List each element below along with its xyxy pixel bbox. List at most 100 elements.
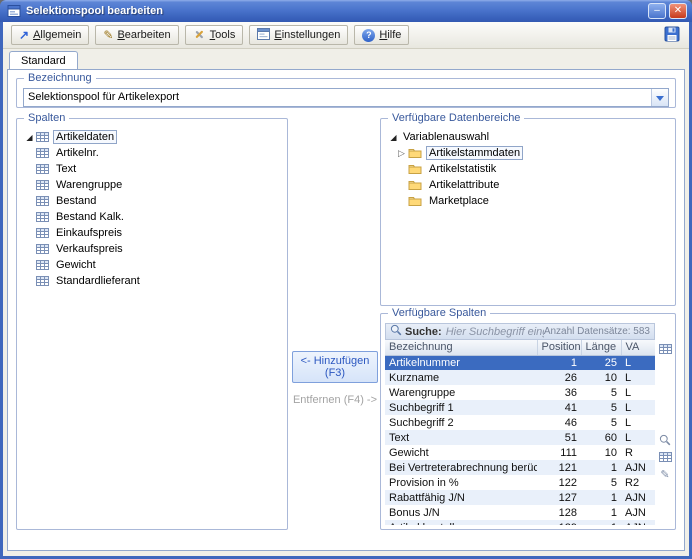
- dialog-window: Selektionspool bearbeiten – ✕ ↗ Allgemei…: [0, 0, 692, 559]
- tree-root[interactable]: ◢ Artikeldaten: [23, 129, 283, 145]
- tree-item[interactable]: Einkaufspreis: [23, 225, 283, 241]
- table-grid-icon: [36, 211, 49, 223]
- toolbar-button-allgemein[interactable]: ↗ Allgemein: [11, 25, 89, 45]
- app-window-icon: [7, 4, 21, 18]
- toolbar-button-hilfe[interactable]: ? Hilfe: [354, 25, 409, 45]
- cell-laenge: 10: [581, 370, 621, 385]
- toolbar-button-bearbeiten[interactable]: ✎ Bearbeiten: [95, 25, 178, 45]
- cell-position: 1: [537, 355, 581, 370]
- cell-position: 127: [537, 490, 581, 505]
- tree-item[interactable]: Verkaufspreis: [23, 241, 283, 257]
- cell-position: 128: [537, 505, 581, 520]
- tree-item[interactable]: Text: [23, 161, 283, 177]
- header-position[interactable]: Position: [537, 340, 581, 355]
- table-grid-icon: [36, 227, 49, 239]
- cell-va: L: [621, 370, 655, 385]
- header-va[interactable]: VA: [621, 340, 655, 355]
- tabstrip: Standard: [3, 49, 689, 69]
- tree-item-label: Marketplace: [426, 194, 492, 208]
- tree-root[interactable]: ◢ Variablenauswahl: [387, 129, 671, 145]
- tools-icon: [193, 28, 206, 43]
- tree-item[interactable]: ▷ Artikelstammdaten: [387, 145, 671, 161]
- spalten-tree-children: Artikelnr. Text Warengruppe Bestand: [23, 145, 283, 289]
- cell-bezeichnung: Bei Vertreterabrechnung berücksichtig: [385, 460, 537, 475]
- tree-item-label: Bestand: [53, 194, 99, 208]
- header-bezeichnung[interactable]: Bezeichnung: [385, 340, 537, 355]
- cell-position: 46: [537, 415, 581, 430]
- help-icon: ?: [362, 29, 375, 42]
- table-row[interactable]: Rabattfähig J/N 127 1 AJN: [385, 490, 655, 505]
- table-row[interactable]: Kurzname 26 10 L: [385, 370, 655, 385]
- transfer-buttons: <- Hinzufügen (F3) Entfernen (F4) ->: [292, 351, 378, 408]
- chevron-down-icon: [656, 96, 664, 105]
- columns-table: Bezeichnung Position Länge VA Artikelnum…: [385, 340, 655, 525]
- edit-icon[interactable]: ✎: [658, 467, 672, 481]
- combobox-value: Selektionspool für Artikelexport: [24, 89, 651, 106]
- group-datenbereiche: Verfügbare Datenbereiche ◢ Variablenausw…: [380, 118, 676, 306]
- search-input[interactable]: Hier Suchbegriff einge: [446, 326, 544, 338]
- column-chooser-icon[interactable]: [658, 342, 672, 356]
- tree-root-label: Variablenauswahl: [400, 130, 492, 144]
- cell-position: 51: [537, 430, 581, 445]
- tab-standard[interactable]: Standard: [9, 51, 78, 69]
- header-laenge[interactable]: Länge: [581, 340, 621, 355]
- bezeichnung-combobox[interactable]: Selektionspool für Artikelexport: [23, 88, 669, 107]
- group-label: Spalten: [24, 112, 69, 124]
- tree-item[interactable]: ▷ Artikelstatistik: [387, 161, 671, 177]
- cell-bezeichnung: Gewicht: [385, 445, 537, 460]
- table-row[interactable]: Provision in % 122 5 R2: [385, 475, 655, 490]
- tree-item-label: Gewicht: [53, 258, 99, 272]
- cell-position: 121: [537, 460, 581, 475]
- combobox-dropdown-button[interactable]: [651, 89, 668, 106]
- titlebar[interactable]: Selektionspool bearbeiten – ✕: [0, 0, 692, 22]
- tree-item[interactable]: Bestand: [23, 193, 283, 209]
- tree-item[interactable]: Warengruppe: [23, 177, 283, 193]
- group-verfuegbare-spalten: Verfügbare Spalten Suche: Hier Suchbegri…: [380, 313, 676, 530]
- chevron-right-icon[interactable]: ▷: [395, 148, 408, 159]
- tree-item-label: Warengruppe: [53, 178, 125, 192]
- table-row[interactable]: Warengruppe 36 5 L: [385, 385, 655, 400]
- close-button[interactable]: ✕: [669, 3, 687, 19]
- toolbar-button-tools[interactable]: Tools: [185, 25, 244, 45]
- table-row[interactable]: Gewicht 111 10 R: [385, 445, 655, 460]
- add-button[interactable]: <- Hinzufügen (F3): [292, 351, 378, 383]
- save-button[interactable]: [663, 25, 681, 46]
- cell-laenge: 5: [581, 385, 621, 400]
- chevron-expanded-icon[interactable]: ◢: [387, 133, 400, 142]
- table-row[interactable]: Suchbegriff 2 46 5 L: [385, 415, 655, 430]
- cell-va: R2: [621, 475, 655, 490]
- remove-button[interactable]: Entfernen (F4) ->: [292, 392, 378, 408]
- tree-item-label: Bestand Kalk.: [53, 210, 127, 224]
- cell-laenge: 5: [581, 415, 621, 430]
- cell-va: L: [621, 355, 655, 370]
- table-row[interactable]: Text 51 60 L: [385, 430, 655, 445]
- cell-laenge: 1: [581, 520, 621, 525]
- cell-laenge: 5: [581, 475, 621, 490]
- cell-bezeichnung: Rabattfähig J/N: [385, 490, 537, 505]
- table-row[interactable]: Bei Vertreterabrechnung berücksichtig 12…: [385, 460, 655, 475]
- tree-item-label: Text: [53, 162, 79, 176]
- group-bezeichnung: Bezeichnung Selektionspool für Artikelex…: [16, 78, 676, 108]
- tree-item-label: Verkaufspreis: [53, 242, 126, 256]
- search-bar[interactable]: Suche: Hier Suchbegriff einge Anzahl Dat…: [385, 323, 655, 340]
- table-row[interactable]: Artikelnummer 1 25 L: [385, 355, 655, 370]
- tree-item[interactable]: ▷ Marketplace: [387, 193, 671, 209]
- tree-item[interactable]: Bestand Kalk.: [23, 209, 283, 225]
- chevron-expanded-icon[interactable]: ◢: [23, 133, 36, 142]
- minimize-button[interactable]: –: [648, 3, 666, 19]
- toolbar-button-einstellungen[interactable]: Einstellungen: [249, 25, 348, 45]
- datenbereiche-tree: ◢ Variablenauswahl ▷ Artikelstammdaten ▷…: [387, 129, 671, 301]
- zoom-icon[interactable]: [658, 433, 672, 447]
- table-row[interactable]: Suchbegriff 1 41 5 L: [385, 400, 655, 415]
- group-label: Verfügbare Spalten: [388, 307, 490, 319]
- pencil-icon: ✎: [103, 29, 113, 41]
- tree-item[interactable]: Standardlieferant: [23, 273, 283, 289]
- window-title: Selektionspool bearbeiten: [26, 5, 645, 17]
- grid-layout-icon[interactable]: [658, 450, 672, 464]
- tree-item[interactable]: Gewicht: [23, 257, 283, 273]
- table-grid-icon: [36, 275, 49, 287]
- tree-item[interactable]: ▷ Artikelattribute: [387, 177, 671, 193]
- table-row[interactable]: Bonus J/N 128 1 AJN: [385, 505, 655, 520]
- tree-item[interactable]: Artikelnr.: [23, 145, 283, 161]
- table-row[interactable]: Artikel bestellen 129 1 AJN: [385, 520, 655, 525]
